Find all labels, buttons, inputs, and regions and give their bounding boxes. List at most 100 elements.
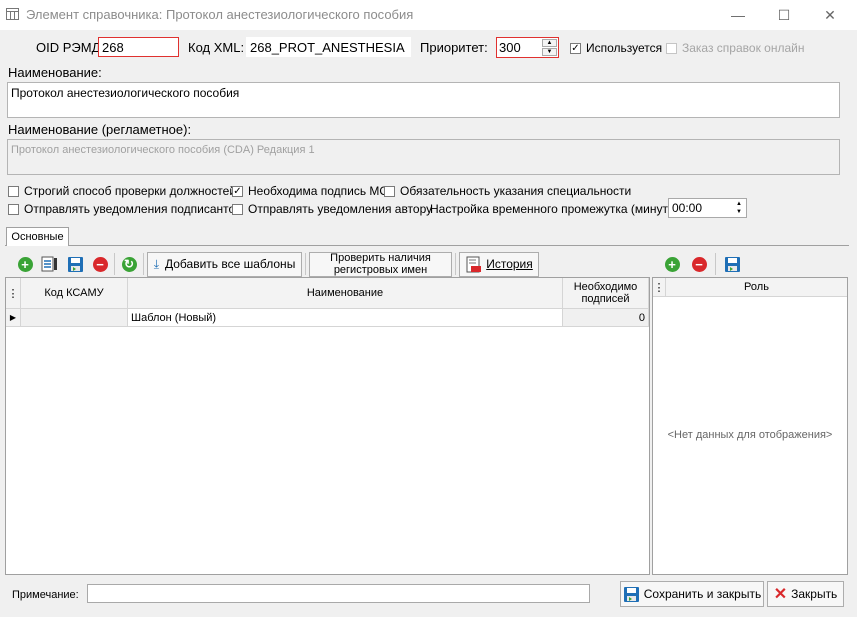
priority-value: 300 (499, 40, 521, 55)
grid-toolbar: + − ↻ ⤓ Добавить все шаблоны Проверить н… (6, 251, 649, 277)
priority-label: Приоритет: (420, 40, 488, 55)
strict-check-row[interactable]: Строгий способ проверки должностей (8, 184, 236, 198)
column-header-name[interactable]: Наименование (128, 278, 563, 309)
minimize-icon: — (731, 7, 745, 23)
notify-signers-checkbox[interactable] (8, 203, 19, 215)
add-button[interactable]: + (14, 253, 36, 275)
notify-author-checkbox[interactable] (232, 203, 243, 215)
oid-input[interactable]: 268 (98, 37, 179, 57)
specialty-required-label: Обязательность указания специальности (400, 184, 632, 198)
name-label: Наименование: (8, 65, 102, 80)
tab-main-label: Основные (11, 231, 64, 243)
templates-grid: ⋮ Код КСАМУ Наименование Необходимо подп… (5, 277, 650, 575)
role-toolbar: + − (656, 251, 846, 277)
specialty-required-row[interactable]: Обязательность указания специальности (384, 184, 631, 198)
priority-spinner[interactable]: 300 ▲ ▼ (496, 37, 559, 58)
row-selector-header-icon[interactable]: ⋮ (653, 278, 666, 297)
notify-author-row[interactable]: Отправлять уведомления автору (232, 202, 432, 216)
remove-icon: − (691, 256, 707, 272)
time-spin-down-icon[interactable]: ▼ (733, 208, 745, 216)
cell-signatures[interactable]: 0 (563, 309, 649, 327)
note-input[interactable] (87, 584, 590, 603)
strict-check-label: Строгий способ проверки должностей (24, 184, 237, 198)
spin-down-icon[interactable]: ▼ (542, 48, 557, 56)
check-names-line1: Проверить наличия (330, 252, 431, 264)
reg-name-label: Наименование (регламетное): (8, 122, 192, 137)
row-pointer-icon: ▶ (6, 309, 21, 327)
name-input[interactable]: Протокол анестезиологического пособия (7, 82, 840, 118)
save-icon (724, 256, 740, 272)
mo-signature-label: Необходима подпись МО (248, 184, 389, 198)
time-interval-spinner[interactable]: 00:00 ▲ ▼ (668, 198, 747, 218)
toolbar-separator (305, 253, 306, 275)
xml-input[interactable]: 268_PROT_ANESTHESIA (246, 37, 411, 57)
remove-icon: − (92, 256, 108, 272)
used-checkbox-row[interactable]: Используется (570, 41, 662, 55)
refresh-icon: ↻ (121, 256, 137, 272)
save-close-button[interactable]: Сохранить и закрыть (620, 581, 764, 607)
online-checkbox (666, 42, 677, 54)
used-checkbox[interactable] (570, 42, 581, 54)
column-header-signatures[interactable]: Необходимо подписей (563, 278, 649, 309)
save-icon (67, 256, 83, 272)
minimize-button[interactable]: — (715, 0, 761, 30)
notify-signers-row[interactable]: Отправлять уведомления подписантов (8, 202, 242, 216)
history-button[interactable]: История (459, 251, 539, 277)
maximize-button[interactable]: ☐ (761, 0, 807, 30)
close-button[interactable]: ✕ Закрыть (767, 581, 844, 607)
check-names-line2: регистровых имен (333, 264, 428, 276)
oid-label: OID РЭМД: (36, 40, 104, 55)
mo-signature-row[interactable]: Необходима подпись МО (232, 184, 389, 198)
spin-up-icon[interactable]: ▲ (542, 39, 557, 47)
add-all-templates-label: Добавить все шаблоны (165, 257, 296, 271)
edit-list-icon (41, 256, 57, 272)
close-window-button[interactable]: ✕ (807, 0, 853, 30)
empty-state-text: <Нет данных для отображения> (667, 429, 833, 441)
edit-button[interactable] (39, 253, 61, 275)
row-selector-header-icon[interactable]: ⋮ (6, 278, 21, 309)
maximize-icon: ☐ (777, 6, 791, 23)
role-add-button[interactable]: + (661, 253, 683, 275)
time-interval-value: 00:00 (672, 201, 703, 215)
tab-strip-line (5, 245, 849, 246)
check-names-button[interactable]: Проверить наличия регистровых имен (309, 251, 452, 277)
notify-signers-label: Отправлять уведомления подписантов (24, 202, 242, 216)
save-icon (623, 586, 639, 602)
table-row[interactable]: ▶ Шаблон (Новый) 0 (6, 309, 649, 327)
add-all-templates-button[interactable]: ⤓ Добавить все шаблоны (147, 251, 302, 277)
role-remove-button[interactable]: − (688, 253, 710, 275)
toolbar-separator (455, 253, 456, 275)
close-icon: ✕ (824, 6, 836, 23)
toolbar-separator (114, 253, 115, 275)
notify-author-label: Отправлять уведомления автору (248, 202, 433, 216)
xml-label: Код XML: (188, 40, 245, 55)
column-header-ksamu[interactable]: Код КСАМУ (21, 278, 128, 309)
toolbar-separator (715, 253, 716, 275)
close-label: Закрыть (791, 587, 838, 601)
online-checkbox-row: Заказ справок онлайн (666, 41, 804, 55)
used-label: Используется (586, 41, 663, 55)
refresh-button[interactable]: ↻ (118, 253, 140, 275)
download-icon: ⤓ (153, 256, 159, 271)
title-bar: Элемент справочника: Протокол анестезиол… (0, 0, 857, 30)
roles-grid: ⋮ Роль <Нет данных для отображения> (652, 277, 848, 575)
tab-main[interactable]: Основные (6, 227, 69, 246)
strict-check-checkbox[interactable] (8, 185, 19, 197)
close-x-icon: ✕ (773, 586, 788, 603)
time-interval-label: Настройка временного промежутка (минуты)… (430, 202, 684, 216)
role-save-button[interactable] (721, 253, 743, 275)
time-spin-up-icon[interactable]: ▲ (733, 200, 745, 208)
remove-button[interactable]: − (89, 253, 111, 275)
specialty-required-checkbox[interactable] (384, 185, 395, 197)
reg-name-input: Протокол анестезиологического пособия (C… (7, 139, 840, 175)
cell-ksamu[interactable] (21, 309, 128, 327)
cell-name[interactable]: Шаблон (Новый) (128, 309, 563, 327)
window-title: Элемент справочника: Протокол анестезиол… (26, 7, 414, 22)
app-icon (6, 8, 19, 20)
mo-signature-checkbox[interactable] (232, 185, 243, 197)
column-header-role[interactable]: Роль (666, 278, 847, 297)
add-icon: + (664, 256, 680, 272)
save-button[interactable] (64, 253, 86, 275)
add-icon: + (17, 256, 33, 272)
online-label: Заказ справок онлайн (682, 41, 805, 55)
